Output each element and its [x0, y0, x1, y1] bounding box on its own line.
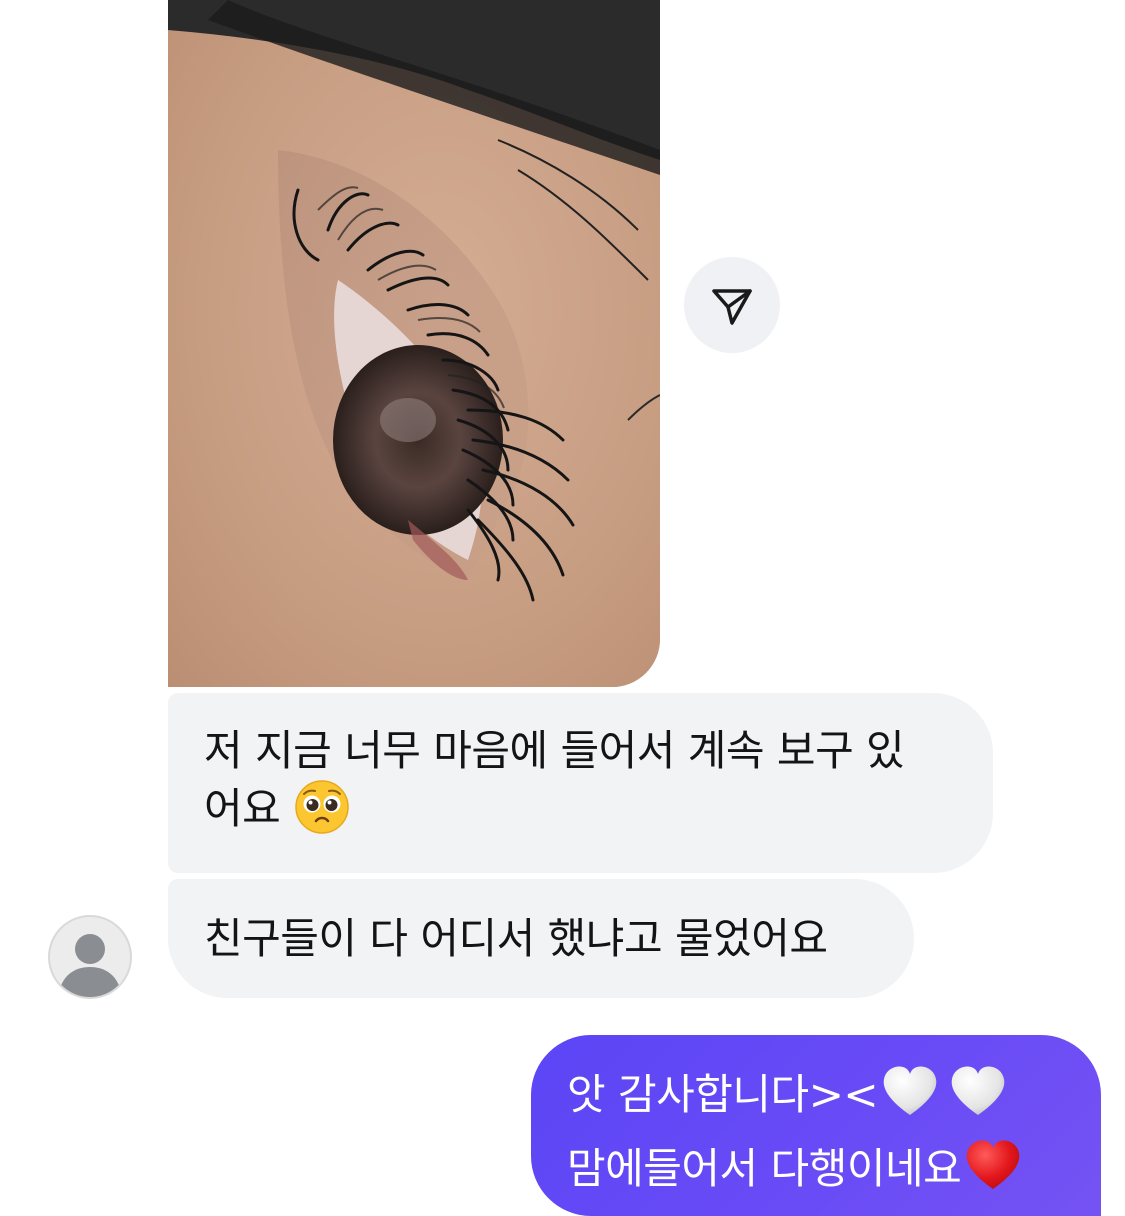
incoming-message-bubble[interactable]: 저 지금 너무 마음에 들어서 계속 보구 있 어요 [168, 693, 993, 873]
message-text-line: 맘에들어서 다행이네요 [567, 1137, 1081, 1211]
red-heart-emoji-icon [963, 1137, 1023, 1211]
incoming-message-bubble[interactable]: 친구들이 다 어디서 했냐고 물었어요 [168, 879, 914, 998]
message-text: 친구들이 다 어디서 했냐고 물었어요 [204, 914, 828, 963]
chat-thread: 저 지금 너무 마음에 들어서 계속 보구 있 어요 친구들이 다 어디서 했냐… [0, 0, 1125, 1216]
message-text-line: 저 지금 너무 마음에 들어서 계속 보구 있 [204, 726, 905, 775]
message-text-line: 앗 감사합니다>< [567, 1063, 1081, 1137]
share-button[interactable] [684, 257, 780, 353]
message-text: 어요 [204, 784, 281, 833]
outgoing-message-bubble[interactable]: 앗 감사합니다>< 맘에들어서 다행이네요 [531, 1035, 1101, 1216]
paper-plane-icon [712, 289, 752, 325]
default-user-avatar-icon [58, 934, 122, 997]
pleading-face-emoji-icon [294, 779, 350, 849]
sender-avatar[interactable] [48, 915, 132, 999]
message-text-line: 어요 [204, 779, 963, 849]
white-heart-emoji-icon [880, 1063, 940, 1137]
photo-message[interactable] [168, 0, 660, 687]
white-heart-emoji-icon [948, 1063, 1008, 1137]
eyelash-photo [168, 0, 660, 687]
message-text: 맘에들어서 다행이네요 [567, 1144, 962, 1193]
message-text: 앗 감사합니다>< [567, 1070, 879, 1119]
